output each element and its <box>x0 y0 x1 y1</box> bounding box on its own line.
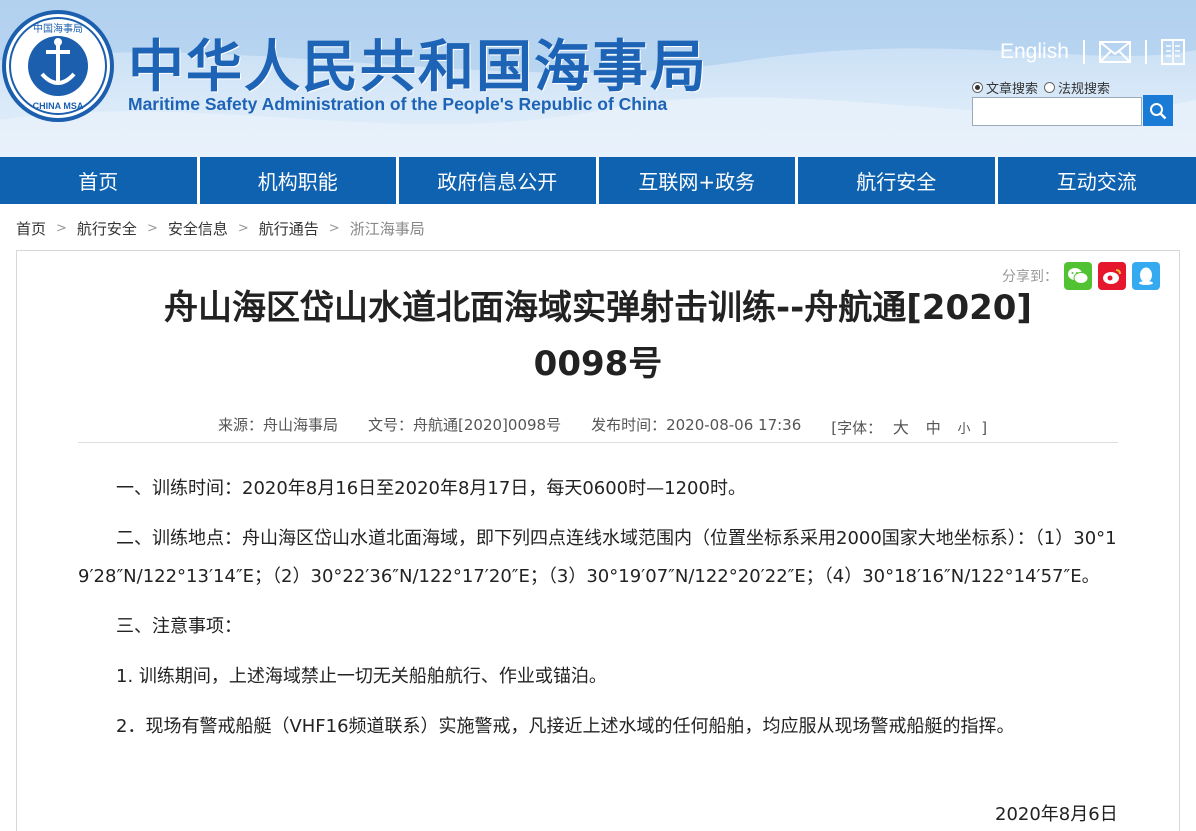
nav-item-gov-info[interactable]: 政府信息公开 <box>399 157 596 204</box>
breadcrumb-separator: > <box>146 220 158 236</box>
article-meta: 来源：舟山海事局 文号：舟航通[2020]0098号 发布时间：2020-08-… <box>218 414 987 438</box>
font-size-large-button[interactable]: 大 <box>893 418 909 437</box>
article-date: 2020年8月6日 <box>995 804 1118 825</box>
search-icon <box>1150 102 1167 119</box>
wechat-icon[interactable] <box>1064 262 1092 290</box>
mail-icon[interactable] <box>1098 41 1131 63</box>
font-size-label: [字体： <box>831 419 883 437</box>
site-title: 中华人民共和国海事局 <box>128 35 708 100</box>
breadcrumb-zhejiang-msa[interactable]: 浙江海事局 <box>350 218 425 239</box>
logo-text-top: 中国海事局 <box>33 22 83 35</box>
nav-item-home[interactable]: 首页 <box>0 157 197 204</box>
divider <box>78 442 1118 443</box>
article-paragraph: 二、训练地点：舟山海区岱山水道北面海域，即下列四点连线水域范围内（位置坐标系采用… <box>78 528 1117 587</box>
nav-item-functions[interactable]: 机构职能 <box>199 157 396 204</box>
article-paragraph: 一、训练时间：2020年8月16日至2020年8月17日，每天0600时—120… <box>116 478 746 499</box>
radio-label: 法规搜索 <box>1058 82 1111 97</box>
font-size-small-button[interactable]: 小 <box>957 422 970 437</box>
search-type-options: 文章搜索 法规搜索 <box>972 78 1110 97</box>
breadcrumb-separator: > <box>328 220 340 236</box>
radio-button[interactable] <box>1044 82 1056 93</box>
nav-item-navigation-safety[interactable]: 航行安全 <box>798 157 995 204</box>
english-link[interactable]: English <box>1000 40 1069 64</box>
nav-item-internet-gov[interactable]: 互联网+政务 <box>598 157 795 204</box>
radio-article-search[interactable]: 文章搜索 <box>972 78 1038 97</box>
breadcrumb: 首页 > 航行安全 > 安全信息 > 航行通告 > 浙江海事局 <box>16 218 425 238</box>
anchor-emblem-icon: 中国海事局 CHINA MSA <box>9 17 107 115</box>
site-header: 中国海事局 CHINA MSA 中华人民共和国海事局 Maritime Safe… <box>0 0 1196 157</box>
article-doc-number: 文号：舟航通[2020]0098号 <box>368 416 562 434</box>
divider <box>1144 40 1147 64</box>
article-source: 来源：舟山海事局 <box>218 416 339 434</box>
font-size-control: [字体： 大 中 小 ] <box>831 414 987 438</box>
article-paragraph: 三、注意事项： <box>116 616 242 637</box>
msa-logo[interactable]: 中国海事局 CHINA MSA <box>2 10 114 122</box>
radio-label: 文章搜索 <box>986 82 1039 97</box>
search-input[interactable] <box>972 97 1142 126</box>
article-body: 一、训练时间：2020年8月16日至2020年8月17日，每天0600时—120… <box>78 470 1118 758</box>
search-button[interactable] <box>1143 95 1173 126</box>
breadcrumb-navigation-safety[interactable]: 航行安全 <box>77 218 137 239</box>
article-publish-time: 发布时间：2020-08-06 17:36 <box>591 416 802 434</box>
font-size-medium-button[interactable]: 中 <box>926 419 941 437</box>
site-subtitle: Maritime Safety Administration of the Pe… <box>128 94 668 114</box>
radio-button-selected[interactable] <box>972 82 983 93</box>
breadcrumb-separator: > <box>56 220 67 236</box>
breadcrumb-notices[interactable]: 航行通告 <box>259 218 319 239</box>
breadcrumb-separator: > <box>237 220 249 236</box>
divider <box>1082 40 1085 64</box>
weibo-icon[interactable] <box>1098 262 1126 290</box>
radio-regulation-search[interactable]: 法规搜索 <box>1044 78 1110 97</box>
breadcrumb-home[interactable]: 首页 <box>16 218 46 239</box>
article-paragraph: 2．现场有警戒船艇（VHF16频道联系）实施警戒，凡接近上述水域的任何船舶，均应… <box>116 716 1015 737</box>
main-nav: 首页 机构职能 政府信息公开 互联网+政务 航行安全 互动交流 <box>0 157 1196 204</box>
top-links: English <box>1000 36 1185 68</box>
book-icon[interactable] <box>1160 39 1185 65</box>
article-title: 舟山海区岱山水道北面海域实弹射击训练--舟航通[2020]0098号 <box>164 288 1032 384</box>
qq-icon[interactable] <box>1132 262 1160 290</box>
nav-item-interaction[interactable]: 互动交流 <box>997 157 1196 204</box>
logo-text-bottom: CHINA MSA <box>33 101 84 111</box>
font-size-end: ] <box>981 419 988 437</box>
breadcrumb-safety-info[interactable]: 安全信息 <box>168 218 228 239</box>
article-paragraph: 1. 训练期间，上述海域禁止一切无关船舶航行、作业或锚泊。 <box>116 666 607 687</box>
